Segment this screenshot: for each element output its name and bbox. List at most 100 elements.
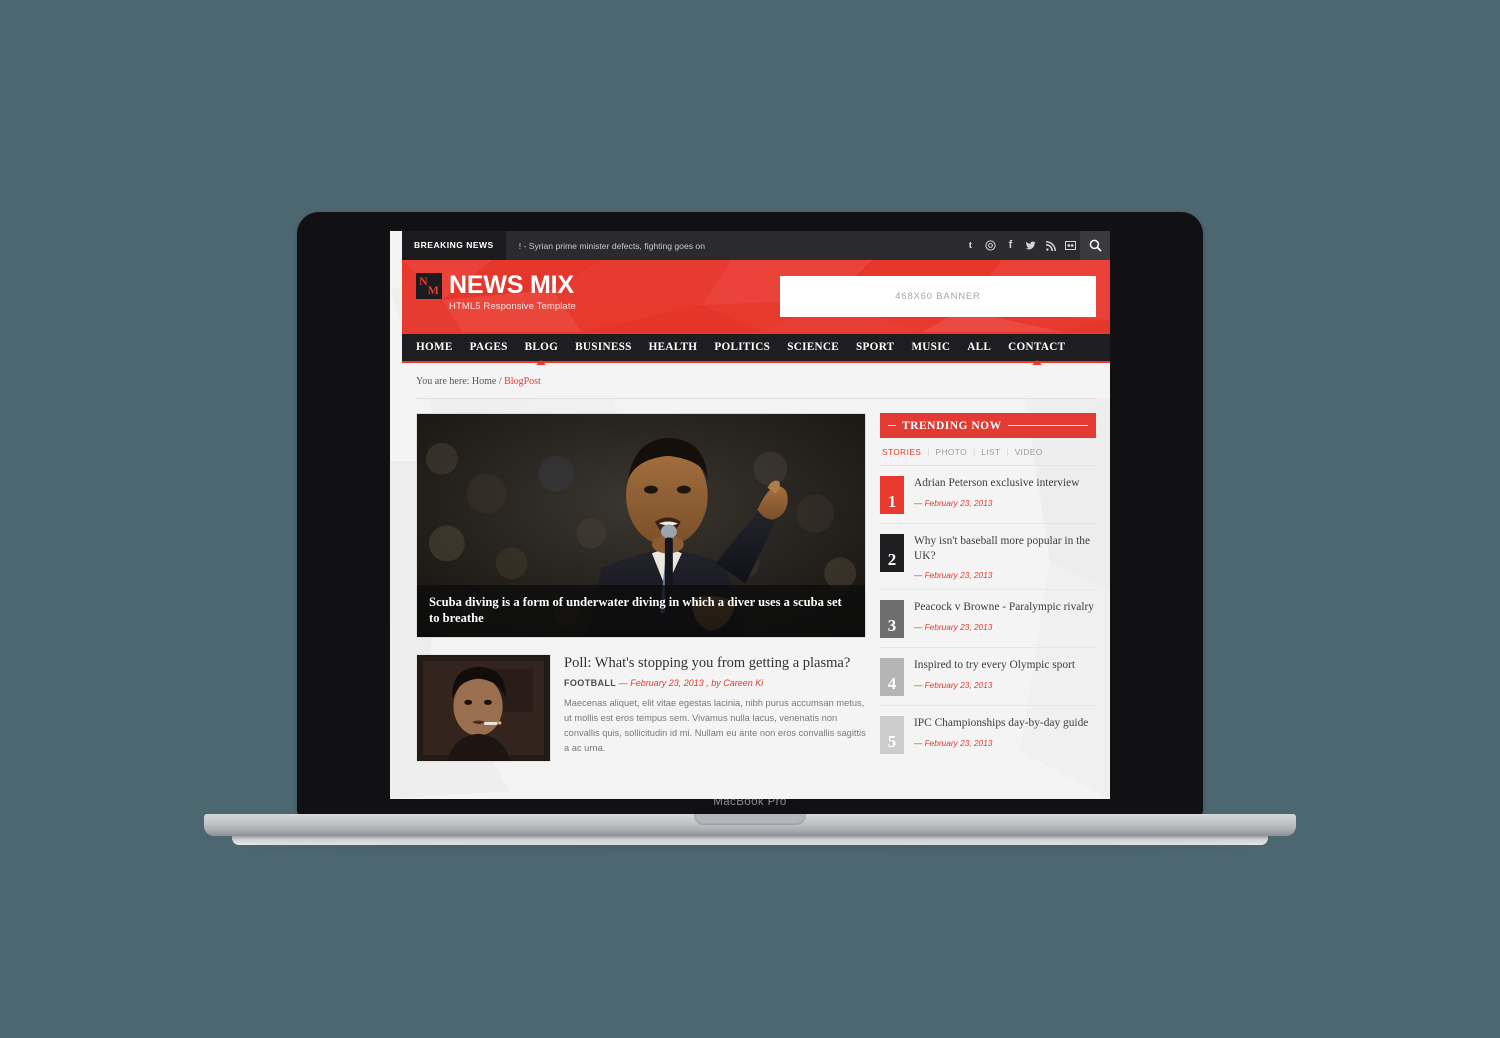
search-icon xyxy=(1089,239,1102,252)
tab-photo[interactable]: PHOTO xyxy=(936,448,967,457)
nav-label: CONTACT xyxy=(1008,341,1066,353)
screen-content: BREAKING NEWS ! - Syrian prime minister … xyxy=(390,231,1110,799)
site-tagline: HTML5 Responsive Template xyxy=(449,301,576,312)
trending-item-title: Adrian Peterson exclusive interview xyxy=(914,477,1080,489)
tab-divider: | xyxy=(972,447,976,457)
laptop-shadow xyxy=(250,845,1250,850)
website: BREAKING NEWS ! - Syrian prime minister … xyxy=(402,231,1110,763)
flickr-icon[interactable] xyxy=(1065,240,1076,251)
laptop-base-notch xyxy=(694,814,806,825)
trending-item[interactable]: 2 Why isn't baseball more popular in the… xyxy=(880,524,1096,590)
nav-item-blog[interactable]: BLOG xyxy=(524,332,559,365)
trending-item-date: — February 23, 2013 xyxy=(914,679,993,690)
trending-item-title: IPC Championships day-by-day guide xyxy=(914,717,1089,729)
trending-widget-title: TRENDING NOW xyxy=(902,419,1002,432)
active-indicator-icon xyxy=(536,360,547,365)
trending-item-date: — February 23, 2013 xyxy=(914,570,993,580)
trending-rank-badge: 3 xyxy=(880,600,904,638)
nav-item-pages[interactable]: PAGES xyxy=(470,332,508,363)
trending-item-title: Peacock v Browne - Paralympic rivalry xyxy=(914,601,1094,613)
active-indicator-icon xyxy=(1031,360,1042,365)
article-meta-dash: — xyxy=(618,678,628,688)
banner-ad-label: 468X60 BANNER xyxy=(895,291,981,302)
decorative-dash-left xyxy=(888,425,896,426)
breadcrumb-current: BlogPost xyxy=(504,376,541,387)
logo-letter-m: M xyxy=(427,283,439,297)
rss-icon[interactable] xyxy=(1045,240,1056,251)
article-list-item: Poll: What's stopping you from getting a… xyxy=(416,638,866,762)
tab-stories[interactable]: STORIES xyxy=(882,448,921,457)
nav-label: ALL xyxy=(967,341,992,353)
tumblr-icon[interactable]: t xyxy=(965,240,976,251)
trending-widget-header: TRENDING NOW xyxy=(880,413,1096,438)
sidebar: TRENDING NOW STORIES | PHOTO | LIST | VI… xyxy=(880,413,1096,763)
trending-item[interactable]: 4 Inspired to try every Olympic sport — … xyxy=(880,648,1096,706)
article-excerpt: Maecenas aliquet, elit vitae egestas lac… xyxy=(564,698,866,753)
banner-ad-placeholder[interactable]: 468X60 BANNER xyxy=(780,276,1096,317)
trending-rank-badge: 2 xyxy=(880,534,904,572)
content-area: Scuba diving is a form of underwater div… xyxy=(402,399,1110,763)
nav-item-home[interactable]: HOME xyxy=(416,332,453,363)
nav-label: MUSIC xyxy=(911,341,951,353)
breadcrumb-separator: / xyxy=(498,376,502,387)
site-header: N M NEWS MIX HTML5 Responsive Template 4… xyxy=(402,260,1110,332)
featured-article-caption: Scuba diving is a form of underwater div… xyxy=(417,585,865,637)
article-body: Poll: What's stopping you from getting a… xyxy=(564,654,866,762)
site-logo[interactable]: N M NEWS MIX HTML5 Responsive Template xyxy=(416,273,576,312)
search-button[interactable] xyxy=(1080,231,1110,260)
featured-article[interactable]: Scuba diving is a form of underwater div… xyxy=(416,413,866,638)
tab-video[interactable]: VIDEO xyxy=(1015,448,1043,457)
nav-label: PAGES xyxy=(469,341,508,353)
main-column: Scuba diving is a form of underwater div… xyxy=(416,413,866,763)
nav-item-business[interactable]: BUSINESS xyxy=(575,332,632,363)
top-bar: BREAKING NEWS ! - Syrian prime minister … xyxy=(402,231,1110,260)
trending-rank-badge: 1 xyxy=(880,476,904,514)
laptop-mockup: MacBook Pro BREAKING NEWS ! - Syrian pri… xyxy=(0,0,1500,1038)
nav-label: BLOG xyxy=(524,341,559,353)
tab-divider: | xyxy=(927,447,930,457)
nav-label: HEALTH xyxy=(648,341,698,353)
nav-label: SPORT xyxy=(856,341,895,353)
nav-item-science[interactable]: SCIENCE xyxy=(787,332,839,363)
laptop-base-foot xyxy=(232,836,1268,845)
facebook-icon[interactable]: f xyxy=(1005,240,1016,251)
tab-list[interactable]: LIST xyxy=(981,448,1000,457)
trending-rank-badge: 5 xyxy=(880,716,904,754)
article-thumbnail-image xyxy=(417,655,550,761)
nav-label: BUSINESS xyxy=(575,341,632,353)
nav-item-health[interactable]: HEALTH xyxy=(649,332,698,363)
trending-item-date: — February 23, 2013 xyxy=(914,621,993,632)
nav-item-sport[interactable]: SPORT xyxy=(856,332,894,363)
trending-item[interactable]: 3 Peacock v Browne - Paralympic rivalry … xyxy=(880,590,1096,648)
trending-item-date: — February 23, 2013 xyxy=(914,497,993,508)
nav-item-all[interactable]: ALL xyxy=(967,332,991,363)
nav-label: POLITICS xyxy=(714,341,771,353)
trending-item-date: — February 23, 2013 xyxy=(914,737,993,748)
nav-label: SCIENCE xyxy=(787,341,840,353)
social-links: t f xyxy=(965,231,1076,260)
main-navigation: HOME PAGES BLOG BUSINESS HEALTH POLITICS… xyxy=(402,332,1110,365)
trending-tabs: STORIES | PHOTO | LIST | VIDEO xyxy=(880,438,1096,466)
article-meta: FOOTBALL — February 23, 2013 , by Careen… xyxy=(564,678,866,688)
article-thumbnail[interactable] xyxy=(416,654,551,762)
article-category[interactable]: FOOTBALL xyxy=(564,678,616,688)
trending-item-title: Inspired to try every Olympic sport xyxy=(914,659,1076,671)
news-ticker[interactable]: ! - Syrian prime minister defects, fight… xyxy=(506,241,705,251)
nav-item-politics[interactable]: POLITICS xyxy=(714,332,770,363)
trending-rank-badge: 4 xyxy=(880,658,904,696)
logo-letter-n: N xyxy=(419,274,428,288)
decorative-dash-right xyxy=(1007,425,1088,426)
breaking-news-label: BREAKING NEWS xyxy=(402,231,506,260)
trending-item[interactable]: 1 Adrian Peterson exclusive interview — … xyxy=(880,466,1096,524)
article-date-author: February 23, 2013 , by Careen Ki xyxy=(630,678,764,688)
breadcrumb: You are here: Home / BlogPost xyxy=(402,363,1110,398)
article-title[interactable]: Poll: What's stopping you from getting a… xyxy=(564,654,866,672)
trending-item-title: Why isn't baseball more popular in the U… xyxy=(914,535,1091,562)
twitter-icon[interactable] xyxy=(1025,240,1036,251)
nav-item-contact[interactable]: CONTACT xyxy=(1008,332,1066,365)
instagram-icon[interactable] xyxy=(985,240,996,251)
trending-item[interactable]: 5 IPC Championships day-by-day guide — F… xyxy=(880,706,1096,763)
site-title: NEWS MIX xyxy=(449,271,574,299)
breadcrumb-prefix[interactable]: You are here: Home xyxy=(416,376,496,387)
nav-item-music[interactable]: MUSIC xyxy=(911,332,950,363)
